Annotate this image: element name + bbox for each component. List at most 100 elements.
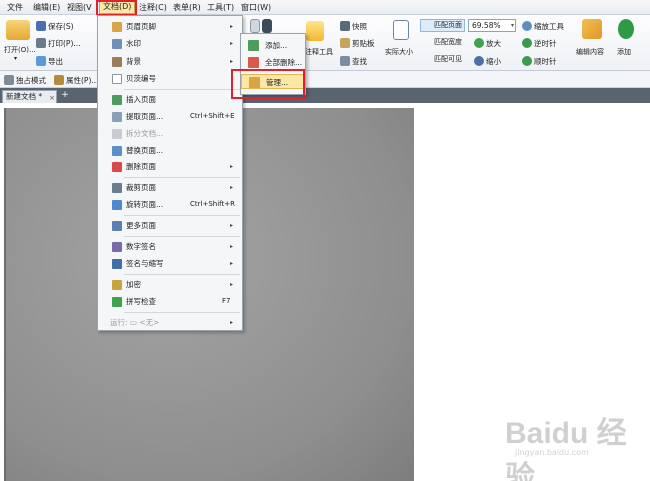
edit-content-icon[interactable] [582, 19, 602, 39]
more-pages-icon [112, 221, 122, 231]
rotate-pages-icon [112, 200, 122, 210]
watermark-icon [112, 39, 122, 49]
split-document-icon [112, 129, 122, 139]
menu-item-bates-numbering[interactable]: 贝茨编号 [98, 71, 242, 86]
menu-item-crop-pages[interactable]: 裁剪页面 ▸ [98, 180, 242, 195]
save-button[interactable]: 保存(S) [36, 20, 74, 32]
properties-icon [54, 75, 64, 85]
menu-item-background[interactable]: 背景 ▸ [98, 54, 242, 69]
export-button[interactable]: 导出 [36, 55, 63, 67]
document-menu: 页眉页脚 ▸ 水印 ▸ 背景 ▸ 贝茨编号 插入页面 提取页面... Ctrl+Shif… [97, 15, 243, 331]
actual-size-button[interactable]: 实际大小 [385, 47, 413, 57]
lock-icon [112, 280, 122, 290]
annotation-highlight-box [231, 69, 305, 99]
open-folder-icon[interactable] [6, 20, 30, 40]
watermark-logo: Bai⁠du 经验 [505, 417, 627, 481]
menu-item-more-pages[interactable]: 更多页面 ▸ [98, 218, 242, 233]
menu-file[interactable]: 文件 [4, 2, 26, 14]
tab-label: 新建文档 * [6, 92, 43, 101]
match-visible-button[interactable]: 匹配可见 [420, 53, 465, 66]
menu-form[interactable]: 表单(R) [170, 2, 204, 14]
menu-item-insert-page[interactable]: 插入页面 [98, 92, 242, 107]
print-icon [36, 38, 46, 48]
submenu-item-delete-all[interactable]: 全部删除... [241, 55, 305, 70]
comment-icon[interactable] [306, 21, 324, 41]
zoom-in-button[interactable]: 放大 [474, 37, 501, 49]
menu-separator [124, 236, 240, 237]
actual-size-icon[interactable] [393, 20, 409, 40]
text-icon[interactable] [262, 19, 272, 33]
rotate-cw-icon [522, 56, 532, 66]
add-tab-icon[interactable]: + [60, 90, 70, 101]
zoom-dropdown-icon[interactable]: ▾ [508, 20, 517, 31]
menu-item-digital-signature[interactable]: 数字签名 ▸ [98, 239, 242, 254]
menu-item-rotate-pages[interactable]: 旋转页面... Ctrl+Shift+R [98, 197, 242, 212]
menu-separator [124, 312, 240, 313]
tab-new-document[interactable]: 新建文档 * × [2, 90, 57, 103]
clipboard-button[interactable]: 剪贴板 [340, 37, 375, 49]
extract-pages-icon [112, 112, 122, 122]
spell-check-icon [112, 297, 122, 307]
save-icon [36, 21, 46, 31]
snapshot-button[interactable]: 快照 [340, 20, 367, 32]
menu-item-watermark[interactable]: 水印 ▸ [98, 36, 242, 51]
export-icon [36, 56, 46, 66]
menu-separator [124, 274, 240, 275]
rotate-ccw-icon [522, 38, 532, 48]
menu-item-spell-check[interactable]: 拼写检查 F7 [98, 294, 242, 309]
zoom-tool-button[interactable]: 缩放工具 [522, 20, 564, 32]
delete-pages-icon [112, 162, 122, 172]
background-icon [112, 57, 122, 67]
watermark: Bai⁠du 经验 jingyan.baidu.com [505, 408, 645, 481]
menu-separator [124, 177, 240, 178]
menu-comment[interactable]: 注释(C) [136, 2, 170, 14]
menu-item-encrypt[interactable]: 加密 ▸ [98, 277, 242, 292]
menu-separator [124, 89, 240, 90]
clipboard-icon [340, 38, 350, 48]
replace-pages-icon [112, 146, 122, 156]
submenu-item-add[interactable]: 添加... [241, 38, 305, 53]
bates-icon [112, 74, 122, 84]
menu-edit[interactable]: 编辑(E) [30, 2, 63, 14]
zoom-out-icon [474, 56, 484, 66]
page-icon[interactable] [250, 19, 260, 33]
sign-initials-icon [112, 259, 122, 269]
header-footer-icon [112, 22, 122, 32]
menu-item-sign-initials[interactable]: 签名与缩写 ▸ [98, 256, 242, 271]
annotation-highlight-box [96, 0, 137, 16]
match-width-button[interactable]: 匹配宽度 [420, 36, 465, 49]
exclusive-mode-icon [4, 75, 14, 85]
menu-tools[interactable]: 工具(T) [204, 2, 237, 14]
add-icon [248, 40, 259, 51]
menu-item-run[interactable]: 运行: ▭ <无> ▸ [98, 315, 242, 330]
zoom-in-icon [474, 38, 484, 48]
find-button[interactable]: 查找 [340, 55, 367, 67]
menu-item-delete-pages[interactable]: 删除页面 ▸ [98, 159, 242, 174]
rotate-cw-button[interactable]: 顺时针 [522, 55, 557, 67]
edit-content-button[interactable]: 编辑内容 [576, 47, 604, 57]
watermark-url: jingyan.baidu.com [515, 448, 589, 457]
insert-page-icon [112, 95, 122, 105]
match-page-button[interactable]: 匹配页面 [420, 19, 465, 32]
rotate-ccw-button[interactable]: 逆时针 [522, 37, 557, 49]
menu-separator [124, 215, 240, 216]
open-button[interactable]: 打开(O)... [4, 45, 36, 55]
zoom-out-button[interactable]: 缩小 [474, 55, 501, 67]
menu-item-header-footer[interactable]: 页眉页脚 ▸ [98, 19, 242, 34]
camera-icon [340, 21, 350, 31]
find-icon [340, 56, 350, 66]
chevron-down-icon[interactable]: ▾ [14, 55, 17, 62]
exclusive-mode-button[interactable]: 独占模式 [4, 74, 46, 86]
menu-item-replace-pages[interactable]: 替换页面... [98, 143, 242, 158]
magnifier-icon [522, 21, 532, 31]
menu-window[interactable]: 窗口(W) [238, 2, 274, 14]
add-button[interactable]: 添加 [617, 47, 631, 57]
delete-all-icon [248, 57, 259, 68]
menu-view[interactable]: 视图(V [64, 2, 95, 14]
menu-item-split-document[interactable]: 拆分文档... [98, 126, 242, 141]
add-icon[interactable] [618, 19, 634, 39]
menu-item-extract-pages[interactable]: 提取页面... Ctrl+Shift+E [98, 109, 242, 124]
print-button[interactable]: 打印(P)... [36, 37, 81, 49]
properties-button[interactable]: 属性(P)... [54, 74, 99, 86]
crop-icon [112, 183, 122, 193]
